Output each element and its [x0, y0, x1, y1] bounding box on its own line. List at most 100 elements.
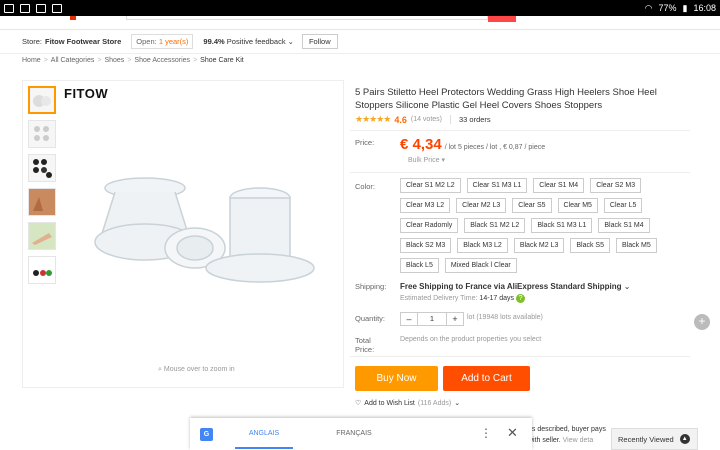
more-options-icon[interactable]: ⋮ [480, 426, 492, 440]
wifi-icon: ◠ [644, 2, 653, 13]
heel-protector-tall [205, 187, 315, 283]
thumbnail-4[interactable] [28, 188, 56, 216]
close-icon[interactable]: ✕ [507, 425, 518, 441]
tab-source-language[interactable]: ANGLAIS [235, 430, 293, 437]
store-bar: Store: Fitow Footwear Store Open: 1 year… [0, 30, 720, 54]
color-option[interactable]: Black M5 [615, 238, 657, 253]
color-option[interactable]: Black S1 M4 [598, 218, 650, 233]
zoom-hint: ⌕ Mouse over to zoom in [158, 366, 235, 374]
store-feedback[interactable]: 99.4% Positive feedback ⌄ [203, 37, 294, 46]
protection-line-1: as described, buyer pays [528, 426, 606, 433]
view-details-link[interactable]: View deta [563, 437, 594, 444]
battery-icon: ▮ [682, 2, 688, 13]
breadcrumb-shoe-care-kit[interactable]: Shoe Care Kit [200, 57, 244, 64]
buyer-protection: as described, buyer pays with seller. Vi… [528, 424, 606, 446]
translate-bar: G ANGLAIS FRANÇAIS ⋮ ✕ [190, 418, 532, 450]
price-main: € 4,34 / lot 5 pieces / lot , € 0,87 / p… [400, 136, 545, 153]
price-detail: / lot 5 pieces / lot , € 0,87 / piece [444, 144, 546, 151]
breadcrumb-all-categories[interactable]: All Categories [51, 57, 95, 64]
color-option[interactable]: Clear S5 [512, 198, 552, 213]
divider [350, 172, 690, 173]
search-button[interactable] [488, 16, 516, 22]
color-option[interactable]: Clear S1 M2 L2 [400, 178, 461, 193]
color-option[interactable]: Clear L5 [603, 198, 643, 213]
store-name-link[interactable]: Fitow Footwear Store [45, 37, 121, 46]
color-option[interactable]: Clear M3 L2 [400, 198, 451, 213]
orders-count: 33 orders [449, 115, 491, 124]
rating-value: 4.6 [394, 114, 407, 125]
color-option[interactable]: Clear S1 M3 L1 [466, 178, 528, 193]
shipping-method[interactable]: Free Shipping to France via AliExpress S… [400, 282, 630, 291]
total-price-label: Total Price: [355, 336, 375, 354]
open-years: 1 year(s) [158, 37, 189, 46]
color-option[interactable]: Black S2 M3 [400, 238, 452, 253]
thumbnail-1[interactable] [28, 86, 56, 114]
quantity-label: Quantity: [355, 314, 386, 323]
search-input[interactable] [126, 16, 488, 20]
rating-row: ★★★★★ 4.6 (14 votes) 33 orders [355, 114, 491, 125]
color-option[interactable]: Black S5 [570, 238, 610, 253]
color-label: Color: [355, 182, 376, 191]
color-option[interactable]: Black M3 L2 [457, 238, 508, 253]
status-left-icons [4, 3, 62, 13]
thumbnail-6[interactable] [28, 256, 56, 284]
add-to-wishlist[interactable]: ♡ Add to Wish List (116 Adds) ⌄ [355, 399, 461, 408]
thumbnail-5[interactable] [28, 222, 56, 250]
color-option[interactable]: Clear S2 M3 [590, 178, 642, 193]
color-option[interactable]: Clear M2 L3 [456, 198, 507, 213]
bulk-price-label: Bulk Price [408, 157, 440, 164]
status-right-icons: ◠ 77% ▮ 16:08 [645, 3, 716, 14]
quantity-stepper: – 1 + [400, 312, 464, 326]
chevron-down-icon: ⌄ [454, 400, 461, 407]
shipping-label: Shipping: [355, 282, 387, 291]
color-option[interactable]: Mixed Black l Clear [444, 258, 517, 273]
color-option[interactable]: Black S1 M2 L2 [464, 218, 526, 233]
thumbnail-3[interactable] [28, 154, 56, 182]
site-logo[interactable] [70, 16, 76, 20]
store-label: Store: [22, 37, 43, 46]
product-image[interactable] [90, 170, 330, 300]
thumbnail-2[interactable] [28, 120, 56, 148]
bulk-price-dropdown[interactable]: Bulk Price ▾ [408, 156, 445, 164]
thumbnail-list [28, 86, 56, 284]
quantity-decrease-button[interactable]: – [401, 313, 417, 325]
color-option[interactable]: Black M2 L3 [513, 238, 565, 253]
color-option[interactable]: Black S1 M3 L1 [531, 218, 593, 233]
divider [350, 130, 690, 131]
breadcrumb-separator: > [193, 57, 198, 64]
star-rating-icon[interactable]: ★★★★★ [355, 114, 391, 125]
color-option[interactable]: Black L5 [400, 258, 439, 273]
recently-viewed-label: Recently Viewed [618, 434, 674, 444]
zoom-hint-text: Mouse over to zoom in [163, 366, 235, 373]
buy-now-button[interactable]: Buy Now [355, 366, 438, 391]
android-status-bar: ◠ 77% ▮ 16:08 [0, 0, 720, 16]
quantity-input[interactable]: 1 [417, 313, 447, 325]
breadcrumb-separator: > [127, 57, 132, 64]
breadcrumb-shoe-accessories[interactable]: Shoe Accessories [134, 57, 190, 64]
color-option[interactable]: Clear Radomly [400, 218, 459, 233]
color-option[interactable]: Clear M5 [557, 198, 598, 213]
chevron-up-icon: ▲ [679, 434, 690, 444]
help-icon[interactable]: ? [516, 294, 526, 303]
breadcrumb-separator: > [97, 57, 102, 64]
breadcrumb-shoes[interactable]: Shoes [104, 57, 124, 64]
chevron-down-icon: ⌄ [287, 37, 294, 46]
site-header [0, 16, 720, 30]
delivery-estimate: Estimated Delivery Time: 14-17 days ? [400, 294, 526, 303]
battery-percent: 77% [658, 3, 677, 13]
recently-viewed-button[interactable]: Recently Viewed ▲ [611, 428, 698, 450]
tab-target-language[interactable]: FRANÇAIS [325, 430, 383, 437]
store-open-badge: Open: 1 year(s) [131, 34, 194, 49]
heart-icon: ♡ [355, 400, 362, 407]
google-translate-icon: G [200, 428, 213, 441]
follow-button[interactable]: Follow [301, 34, 338, 49]
color-option[interactable]: Clear S1 M4 [533, 178, 585, 193]
wishlist-count: (116 Adds) [417, 399, 452, 407]
breadcrumb-home[interactable]: Home [22, 57, 41, 64]
floating-plus-icon[interactable]: + [694, 314, 710, 330]
add-to-cart-button[interactable]: Add to Cart [443, 366, 530, 391]
votes-link[interactable]: (14 votes) [411, 116, 442, 123]
quantity-increase-button[interactable]: + [447, 313, 463, 325]
open-label: Open: [136, 37, 157, 46]
product-title: 5 Pairs Stiletto Heel Protectors Wedding… [355, 87, 657, 111]
